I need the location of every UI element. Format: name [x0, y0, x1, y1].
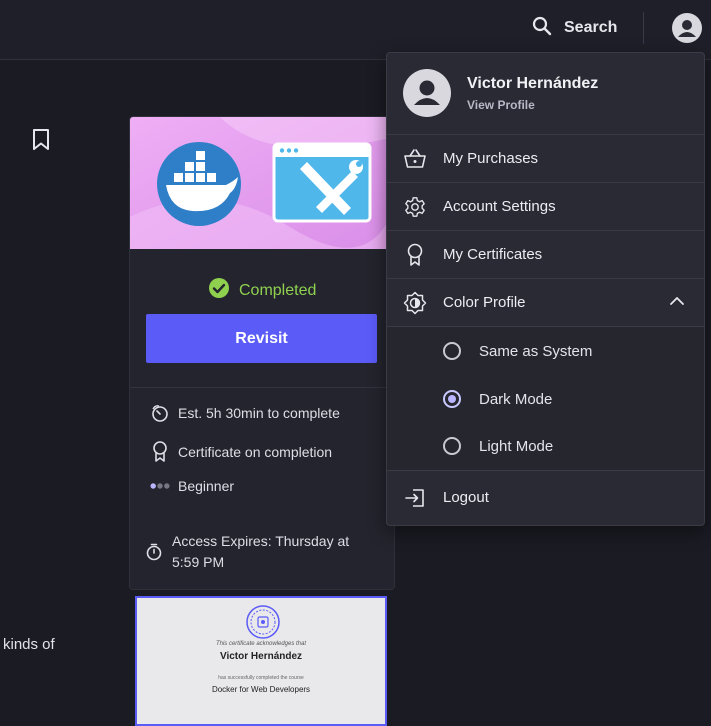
duration-text: Est. 5h 30min to complete — [178, 405, 340, 421]
search-label: Search — [564, 19, 618, 36]
color-profile-options: Same as System Dark Mode Light Mode — [387, 326, 704, 470]
color-option-same-as-system[interactable]: Same as System — [443, 336, 592, 366]
topbar-divider — [643, 12, 644, 44]
profile-header[interactable]: Victor Hernández View Profile — [387, 53, 704, 134]
brightness-icon — [403, 291, 427, 315]
gear-icon — [403, 195, 427, 219]
color-option-light-mode[interactable]: Light Mode — [443, 431, 553, 461]
menu-item-label: My Purchases — [443, 150, 539, 167]
background-text: kinds of — [3, 636, 55, 653]
dev-tools-logo — [272, 142, 372, 223]
user-avatar-button[interactable] — [672, 13, 702, 43]
profile-avatar — [403, 69, 451, 117]
logout-icon — [403, 486, 427, 510]
radio-label: Light Mode — [479, 437, 554, 455]
certificate-completed-text: has successfully completed the course — [218, 675, 304, 681]
menu-item-color-profile[interactable]: Color Profile — [387, 278, 704, 326]
logout-label: Logout — [443, 489, 489, 506]
certificate-info: Certificate on completion — [150, 441, 332, 463]
menu-item-account-settings[interactable]: Account Settings — [387, 182, 704, 230]
search-icon — [532, 16, 552, 41]
menu-item-logout[interactable]: Logout — [387, 470, 704, 525]
menu-item-my-certificates[interactable]: My Certificates — [387, 230, 704, 278]
menu-item-label: My Certificates — [443, 246, 543, 263]
award-icon — [150, 441, 170, 463]
course-card: Completed Revisit Est. 5h 30min to compl… — [129, 116, 395, 590]
expires-line2: 5:59 PM — [172, 554, 225, 570]
certificate-text: Certificate on completion — [178, 444, 333, 460]
radio-label: Same as System — [479, 342, 593, 360]
basket-icon — [403, 147, 427, 171]
menu-item-my-purchases[interactable]: My Purchases — [387, 134, 704, 182]
certificate-preview[interactable]: This certificate acknowledges that Victo… — [135, 596, 387, 726]
certificate-recipient: Victor Hernández — [219, 651, 303, 662]
check-circle-icon — [208, 277, 230, 304]
menu-item-label: Color Profile — [443, 294, 526, 311]
radio-label: Dark Mode — [479, 390, 553, 408]
course-banner — [130, 117, 394, 249]
certificate-course: Docker for Web Developers — [211, 685, 311, 694]
menu-item-label: Account Settings — [443, 198, 556, 215]
level-info: Beginner — [150, 478, 234, 494]
docker-logo — [157, 142, 241, 226]
bookmark-icon[interactable] — [31, 128, 51, 152]
stopwatch-icon — [146, 543, 164, 567]
top-bar: Search — [0, 0, 711, 60]
certificate-seal-icon — [246, 605, 280, 639]
search-button[interactable]: Search — [532, 15, 617, 41]
card-divider — [130, 387, 394, 388]
radio-button-selected[interactable] — [443, 390, 461, 408]
profile-name: Victor Hernández — [467, 75, 599, 92]
revisit-button[interactable]: Revisit — [146, 314, 377, 363]
completion-status: Completed — [208, 277, 316, 304]
profile-dropdown-menu: Victor Hernández View Profile My Purchas… — [386, 52, 705, 526]
user-icon — [414, 80, 440, 105]
view-profile-link[interactable]: View Profile — [467, 98, 535, 112]
access-expires: Access Expires: Thursday at 5:59 PM — [146, 531, 349, 573]
color-option-dark-mode[interactable]: Dark Mode — [443, 384, 552, 414]
clock-icon — [150, 404, 170, 422]
chevron-up-icon — [669, 293, 685, 314]
radio-button[interactable] — [443, 437, 461, 455]
expires-line1: Access Expires: Thursday at — [172, 533, 350, 549]
duration-info: Est. 5h 30min to complete — [150, 404, 340, 422]
level-dots-icon — [150, 482, 170, 490]
level-text: Beginner — [178, 478, 235, 494]
award-icon — [403, 243, 427, 267]
user-icon — [678, 20, 696, 37]
certificate-intro-text: This certificate acknowledges that — [215, 641, 307, 647]
status-text: Completed — [239, 281, 317, 299]
radio-button[interactable] — [443, 342, 461, 360]
